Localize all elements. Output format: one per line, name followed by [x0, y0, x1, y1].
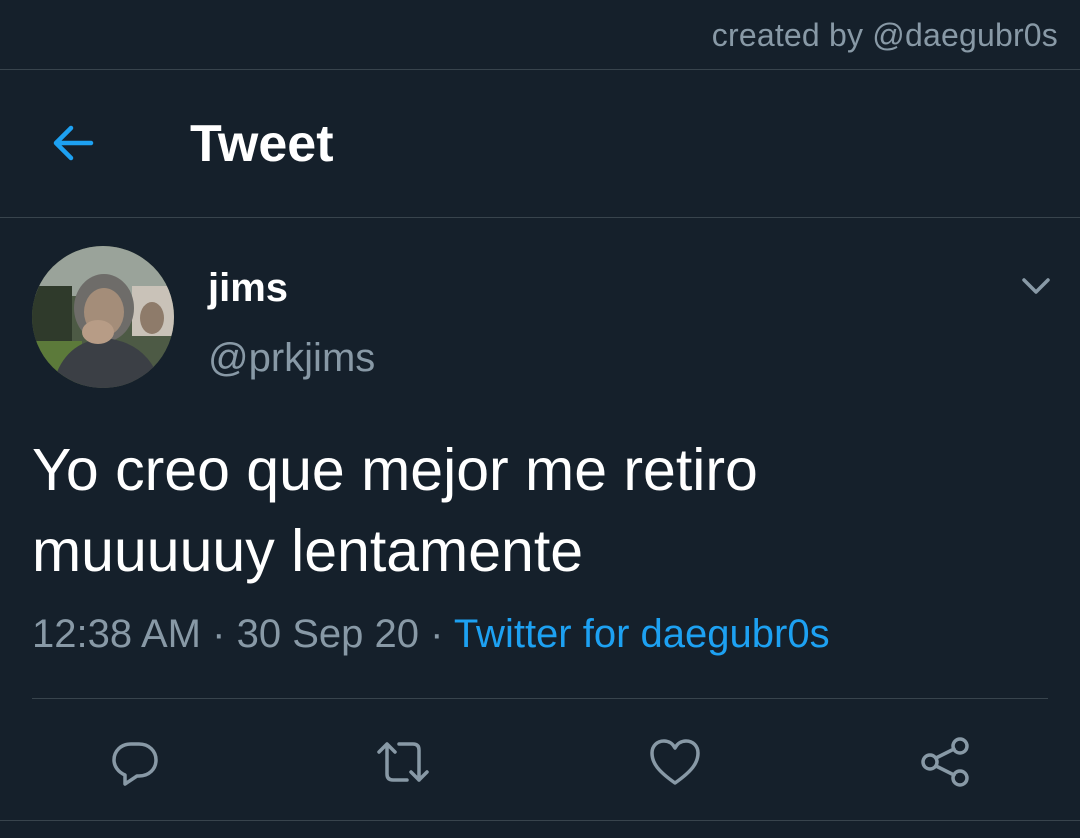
user-handle[interactable]: @prkjims — [208, 336, 375, 381]
back-button[interactable] — [40, 110, 106, 176]
tweet-text: Yo creo que mejor me retiro muuuuuy lent… — [32, 430, 1042, 592]
credit-watermark: created by @daegubr0s — [711, 17, 1058, 53]
avatar[interactable] — [32, 246, 174, 388]
tweet-meta: 12:38 AM · 30 Sep 20 · Twitter for daegu… — [32, 612, 830, 657]
tweet-time: 12:38 AM — [32, 612, 202, 656]
tweet-actions — [0, 699, 1080, 819]
display-name[interactable]: jims — [208, 266, 288, 311]
share-button[interactable] — [910, 727, 980, 797]
tweet-detail-screen: created by @daegubr0s Tweet jims @prkjim… — [0, 0, 1080, 838]
page-title: Tweet — [190, 115, 334, 173]
avatar-photo — [32, 246, 174, 388]
reply-icon — [112, 742, 158, 786]
like-icon — [650, 739, 700, 785]
chevron-down-icon — [1022, 278, 1050, 294]
arrow-left-icon — [53, 125, 94, 161]
tweet-source-link[interactable]: Twitter for daegubr0s — [454, 612, 830, 656]
like-button[interactable] — [640, 727, 710, 797]
tweet-date: 30 Sep 20 — [236, 612, 419, 656]
top-app-bar: Tweet — [0, 70, 1080, 218]
retweet-icon — [377, 742, 429, 782]
tweet-text-line-1: Yo creo que mejor me retiro — [32, 437, 758, 503]
credit-bar: created by @daegubr0s — [0, 0, 1080, 70]
meta-separator: · — [212, 612, 226, 656]
tweet: jims @prkjims Yo creo que mejor me retir… — [0, 218, 1080, 838]
retweet-button[interactable] — [368, 727, 438, 797]
tweet-text-line-2: muuuuuy lentamente — [32, 518, 584, 584]
reply-button[interactable] — [100, 727, 170, 797]
more-options-button[interactable] — [1010, 264, 1062, 308]
divider — [0, 820, 1080, 821]
share-icon — [921, 737, 969, 787]
meta-separator: · — [430, 612, 444, 656]
